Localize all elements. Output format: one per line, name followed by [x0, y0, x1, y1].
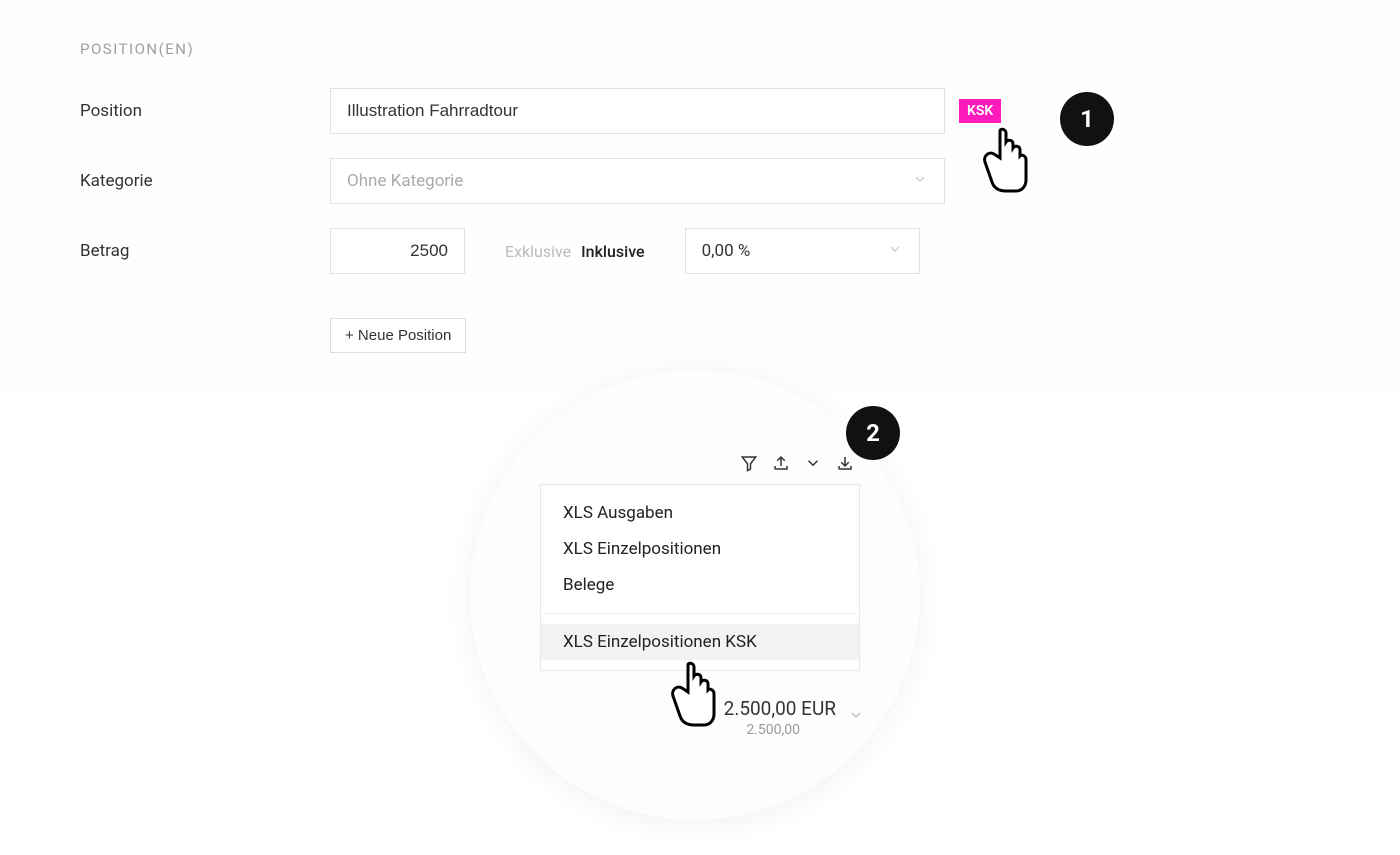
form-panel: POSITION(EN) Position KSK Kategorie Ohne… [0, 0, 1400, 393]
amount-sub: 2.500,00 [520, 722, 800, 738]
toggle-inclusive[interactable]: Inklusive [581, 242, 644, 261]
betrag-input[interactable] [330, 228, 465, 274]
chevron-down-icon[interactable] [804, 454, 822, 472]
position-input[interactable] [330, 88, 945, 134]
menu-item-einzelpositionen[interactable]: XLS Einzelpositionen [541, 531, 859, 567]
row-betrag: Betrag Exklusive Inklusive 0,00 % [80, 228, 1320, 274]
download-icon[interactable] [836, 454, 854, 472]
step-marker-2: 2 [846, 406, 900, 460]
filter-icon[interactable] [740, 454, 758, 472]
add-position-button[interactable]: + Neue Position [330, 318, 466, 353]
kategorie-dropdown[interactable]: Ohne Kategorie [330, 158, 945, 204]
label-position: Position [80, 101, 330, 121]
chevron-down-icon [912, 171, 928, 192]
label-betrag: Betrag [80, 241, 330, 261]
menu-item-belege[interactable]: Belege [541, 567, 859, 603]
percent-dropdown[interactable]: 0,00 % [685, 228, 920, 274]
menu-item-ausgaben[interactable]: XLS Ausgaben [541, 495, 859, 531]
toggle-exclusive[interactable]: Exklusive [505, 242, 571, 261]
kategorie-value: Ohne Kategorie [347, 171, 463, 191]
tax-toggle[interactable]: Exklusive Inklusive [505, 242, 645, 261]
ksk-badge[interactable]: KSK [959, 99, 1001, 123]
row-kategorie: Kategorie Ohne Kategorie [80, 158, 1320, 204]
percent-value: 0,00 % [702, 241, 751, 261]
menu-item-ksk[interactable]: XLS Einzelpositionen KSK [541, 624, 859, 660]
upload-icon[interactable] [772, 454, 790, 472]
chevron-down-icon [887, 241, 903, 262]
chevron-down-icon[interactable] [848, 707, 864, 727]
cursor-icon [666, 660, 716, 728]
label-kategorie: Kategorie [80, 171, 330, 191]
toolbar [520, 414, 870, 484]
cursor-icon [978, 126, 1028, 194]
section-title: POSITION(EN) [80, 40, 1320, 58]
row-position: Position KSK [80, 88, 1320, 134]
export-dropdown: XLS Ausgaben XLS Einzelpositionen Belege… [540, 484, 860, 671]
step-marker-1: 1 [1060, 92, 1114, 146]
